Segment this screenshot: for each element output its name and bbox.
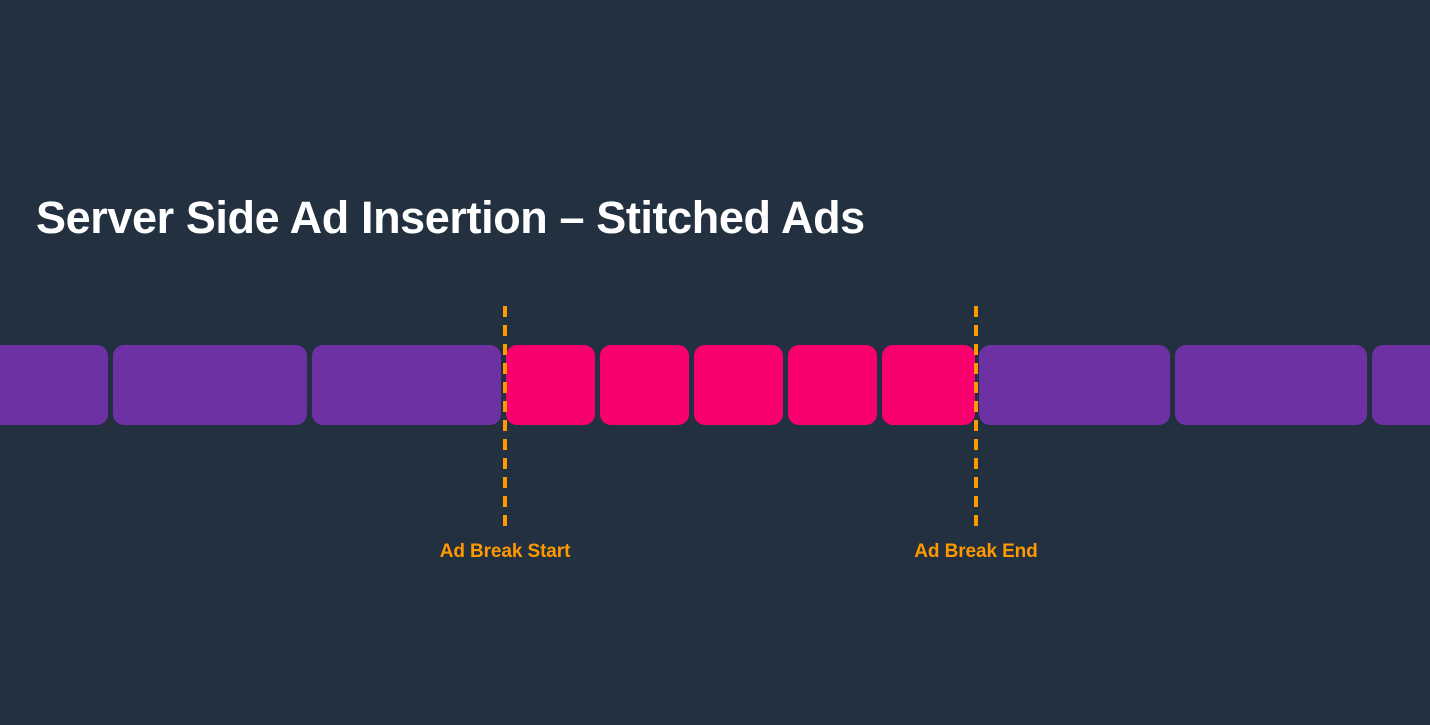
- content-segment: [1372, 345, 1430, 425]
- ad-segment: [506, 345, 595, 425]
- ad-segment: [694, 345, 783, 425]
- slide-canvas: Server Side Ad Insertion – Stitched Ads …: [0, 0, 1430, 725]
- content-segment: [312, 345, 501, 425]
- page-title: Server Side Ad Insertion – Stitched Ads: [36, 192, 865, 243]
- ad-break-start-line: [503, 306, 507, 526]
- ad-segment: [882, 345, 975, 425]
- ad-segment: [788, 345, 877, 425]
- ad-break-end-line: [974, 306, 978, 526]
- ad-break-end-label: Ad Break End: [914, 541, 1038, 562]
- ad-break-start-label: Ad Break Start: [439, 541, 571, 562]
- content-segment: [1175, 345, 1367, 425]
- content-segment: [0, 345, 108, 425]
- stream-timeline: [0, 345, 1430, 425]
- content-segment: [113, 345, 307, 425]
- content-segment: [979, 345, 1170, 425]
- ad-segment: [600, 345, 689, 425]
